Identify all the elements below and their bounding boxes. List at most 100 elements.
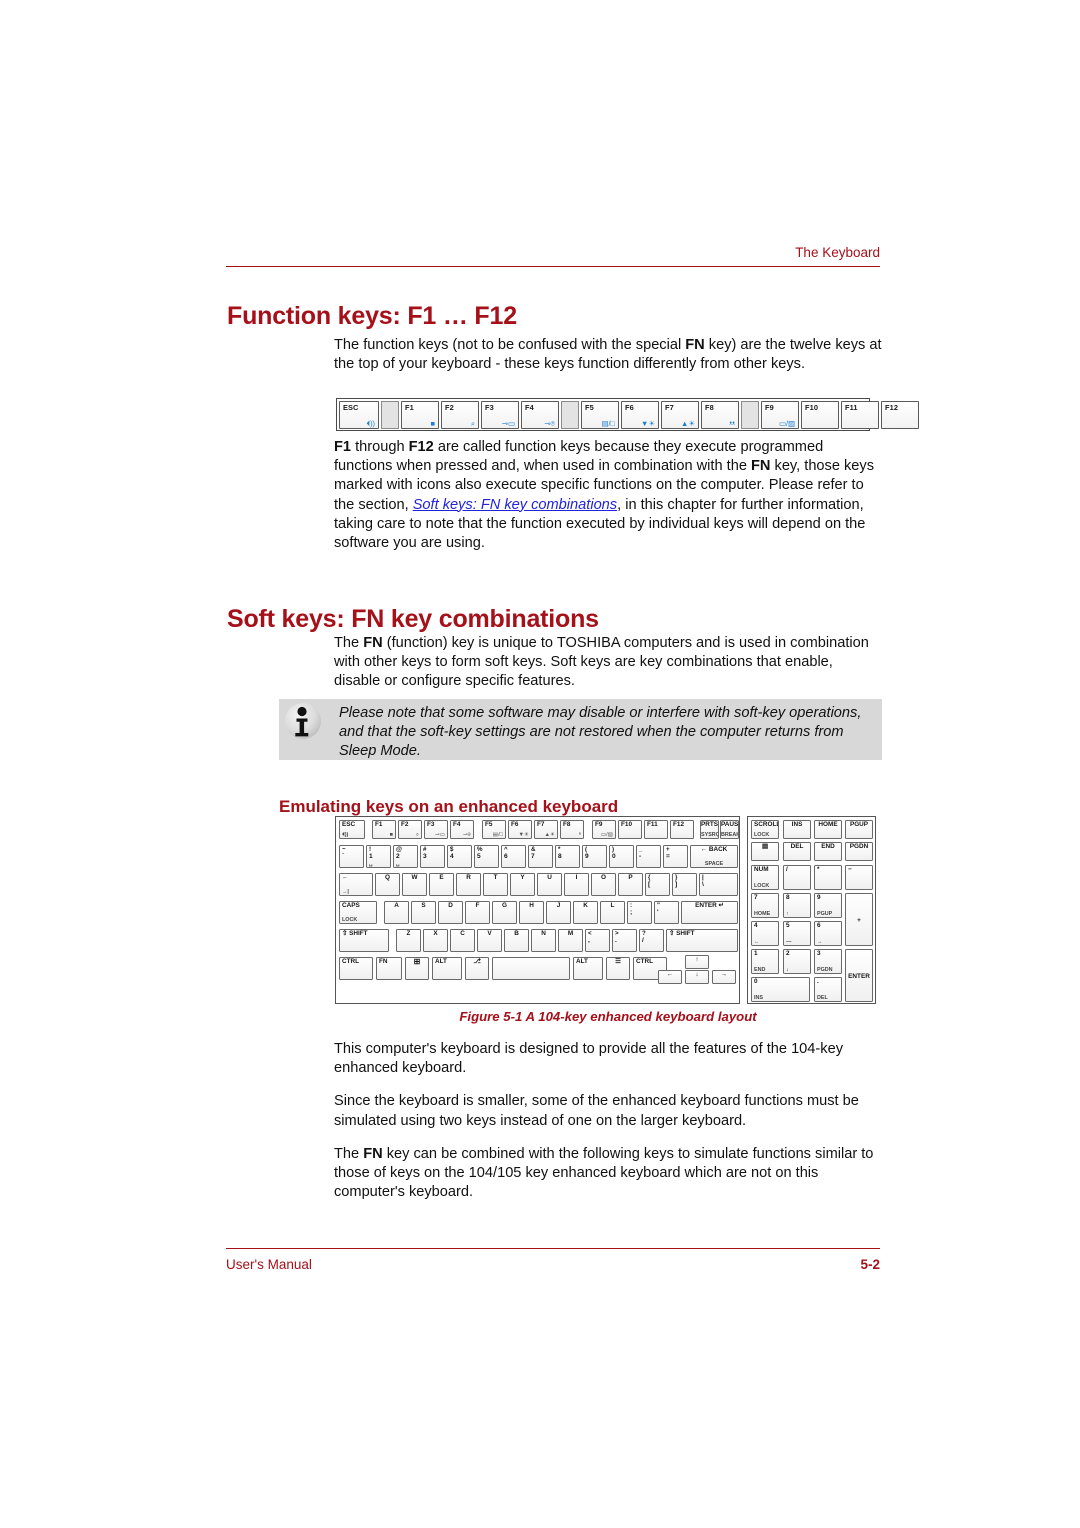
- key-f9[interactable]: F9 ▭/▨: [592, 820, 616, 839]
- key-i[interactable]: I: [564, 873, 589, 896]
- key-shift[interactable]: ⇧ SHIFT: [339, 929, 389, 952]
- key-l[interactable]: L: [600, 901, 625, 924]
- key-blank[interactable]: [492, 957, 570, 980]
- key-j[interactable]: J: [546, 901, 571, 924]
- key-shift[interactable]: ⇧ SHIFT: [666, 929, 738, 952]
- key-blank[interactable]: ↑: [685, 955, 709, 969]
- key-blank[interactable]: ← →|: [339, 873, 373, 896]
- key-ins[interactable]: INS: [783, 820, 811, 839]
- key-z[interactable]: Z: [396, 929, 421, 952]
- key-blank[interactable]: ☰: [606, 957, 630, 980]
- key-blank[interactable]: ⎇: [465, 957, 489, 980]
- key-9[interactable]: 9 PGUP: [814, 893, 842, 918]
- key-gap[interactable]: [381, 401, 399, 429]
- key-f10[interactable]: F10: [801, 401, 839, 429]
- key-blank[interactable]: /: [783, 865, 811, 890]
- key-y[interactable]: Y: [510, 873, 535, 896]
- key-f[interactable]: F: [465, 901, 490, 924]
- key-f4[interactable]: F4 ⊸⌾: [521, 401, 559, 429]
- key-f4[interactable]: F4 ⊸⌾: [450, 820, 474, 839]
- key-end[interactable]: END: [814, 842, 842, 861]
- key-0[interactable]: ) 0: [609, 845, 634, 868]
- key-7[interactable]: & 7: [528, 845, 553, 868]
- key-7[interactable]: 7 HOME: [751, 893, 779, 918]
- key-blank[interactable]: ⊞: [405, 957, 429, 980]
- key-m[interactable]: M: [558, 929, 583, 952]
- key-blank[interactable]: ? /: [639, 929, 664, 952]
- key-blank[interactable]: ←: [658, 970, 682, 984]
- key-6[interactable]: 6 →: [814, 921, 842, 946]
- key-esc[interactable]: ESC ⏴)): [339, 401, 379, 429]
- key-enter[interactable]: ENTER ↵: [681, 901, 738, 924]
- key-1[interactable]: 1 END: [751, 949, 779, 974]
- key-v[interactable]: V: [477, 929, 502, 952]
- key-0[interactable]: 0 INS: [751, 977, 810, 1002]
- key-f8[interactable]: F8 ᵜ: [560, 820, 584, 839]
- key-blank[interactable]: . DEL: [814, 977, 842, 1002]
- key-del[interactable]: DEL: [783, 842, 811, 861]
- key-x[interactable]: X: [423, 929, 448, 952]
- key-n[interactable]: N: [531, 929, 556, 952]
- key-f6[interactable]: F6 ▼☀: [508, 820, 532, 839]
- key-fn[interactable]: FN: [376, 957, 402, 980]
- key-g[interactable]: G: [492, 901, 517, 924]
- key-gap[interactable]: [741, 401, 759, 429]
- key-f10[interactable]: F10: [618, 820, 642, 839]
- key-f11[interactable]: F11: [644, 820, 668, 839]
- key-c[interactable]: C: [450, 929, 475, 952]
- key-back[interactable]: ← BACK SPACE: [690, 845, 738, 868]
- key-caps[interactable]: CAPS LOCK: [339, 901, 377, 924]
- key-blank[interactable]: >.: [612, 929, 637, 952]
- key-blank[interactable]: ▤: [751, 842, 779, 861]
- key-3[interactable]: 3 PGDN: [814, 949, 842, 974]
- key-blank[interactable]: <,: [585, 929, 610, 952]
- key-f1[interactable]: F1 ■: [372, 820, 396, 839]
- key-blank[interactable]: }]: [672, 873, 697, 896]
- key-h[interactable]: H: [519, 901, 544, 924]
- key-s[interactable]: S: [411, 901, 436, 924]
- key-blank[interactable]: {[: [645, 873, 670, 896]
- key-f5[interactable]: F5 ▤/□: [581, 401, 619, 429]
- key-4[interactable]: $4: [447, 845, 472, 868]
- key-blank[interactable]: _ -: [636, 845, 661, 868]
- key-esc[interactable]: ESC ⏴)): [339, 820, 365, 839]
- key-blank[interactable]: *: [814, 865, 842, 890]
- key-2[interactable]: 2 ↓: [783, 949, 811, 974]
- key-num[interactable]: NUM LOCK: [751, 865, 779, 890]
- key-gap[interactable]: [561, 401, 579, 429]
- key-scroll[interactable]: SCROLL LOCK: [751, 820, 779, 839]
- key-4[interactable]: 4 ←: [751, 921, 779, 946]
- key-blank[interactable]: :;: [627, 901, 652, 924]
- key-blank[interactable]: ↓: [685, 970, 709, 984]
- key-k[interactable]: K: [573, 901, 598, 924]
- key-blank[interactable]: →: [712, 970, 736, 984]
- key-p[interactable]: P: [618, 873, 643, 896]
- key-e[interactable]: E: [429, 873, 454, 896]
- key-d[interactable]: D: [438, 901, 463, 924]
- key-pgup[interactable]: PGUP: [845, 820, 873, 839]
- key-alt[interactable]: ALT: [432, 957, 462, 980]
- key-blank[interactable]: −: [845, 865, 873, 890]
- key-enter[interactable]: ENTER: [845, 949, 873, 1002]
- key-f12[interactable]: F12: [881, 401, 919, 429]
- key-8[interactable]: 8 ↑: [783, 893, 811, 918]
- key-r[interactable]: R: [456, 873, 481, 896]
- key-f12[interactable]: F12: [670, 820, 694, 839]
- key-blank[interactable]: + =: [663, 845, 688, 868]
- key-t[interactable]: T: [483, 873, 508, 896]
- key-9[interactable]: (9: [582, 845, 607, 868]
- key-q[interactable]: Q: [375, 873, 400, 896]
- key-a[interactable]: A: [384, 901, 409, 924]
- key-f2[interactable]: F2 ⌕: [441, 401, 479, 429]
- key-f5[interactable]: F5 ▤/□: [482, 820, 506, 839]
- key-ctrl[interactable]: CTRL: [339, 957, 373, 980]
- key-8[interactable]: * 8: [555, 845, 580, 868]
- key-f2[interactable]: F2 ⌕: [398, 820, 422, 839]
- key-w[interactable]: W: [402, 873, 427, 896]
- key-6[interactable]: ^ 6: [501, 845, 526, 868]
- key-u[interactable]: U: [537, 873, 562, 896]
- key-2[interactable]: @2 ␣: [393, 845, 418, 868]
- link-soft-keys-fn-combinations[interactable]: Soft keys: FN key combinations: [413, 497, 617, 513]
- key-f11[interactable]: F11: [841, 401, 879, 429]
- key-3[interactable]: #3: [420, 845, 445, 868]
